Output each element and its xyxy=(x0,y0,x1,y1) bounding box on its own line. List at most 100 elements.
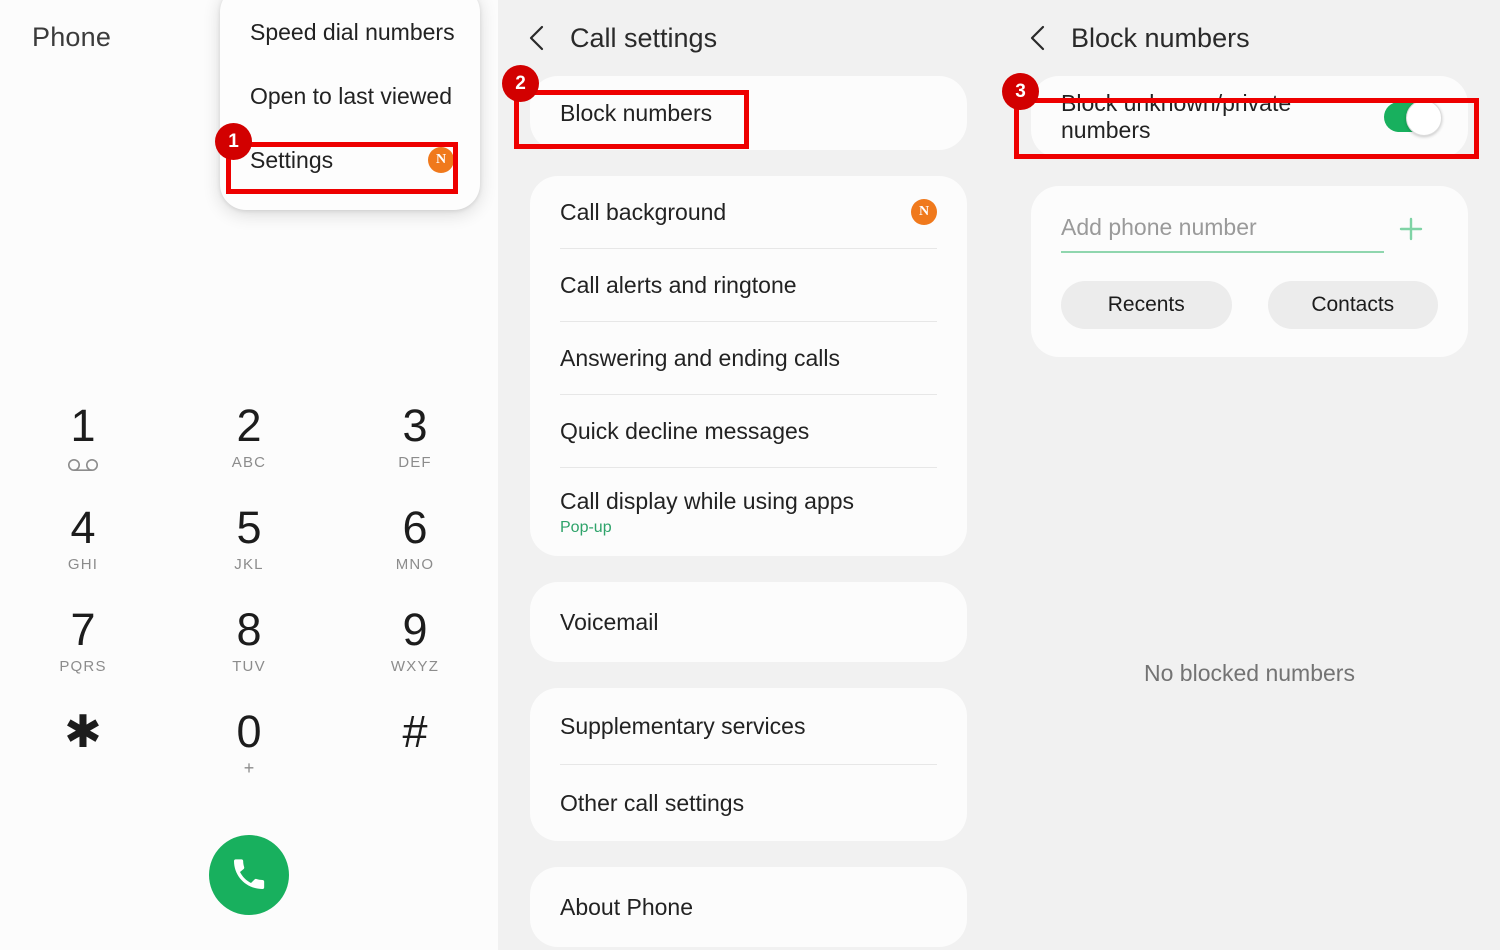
dial-key-2[interactable]: 2 ABC xyxy=(166,400,332,472)
back-chevron-left-icon[interactable] xyxy=(526,23,548,53)
panel-title: Call settings xyxy=(570,22,718,53)
row-text: Quick decline messages xyxy=(560,418,809,445)
back-chevron-left-icon[interactable] xyxy=(1027,23,1049,53)
overflow-menu: Speed dial numbers Open to last viewed S… xyxy=(220,0,480,210)
menu-item-open-to-last-viewed[interactable]: Open to last viewed xyxy=(220,64,480,128)
block-numbers-panel: Block numbers Block unknown/private numb… xyxy=(999,0,1500,950)
add-number-card: Recents Contacts xyxy=(1031,186,1468,357)
phone-handset-icon xyxy=(229,854,269,897)
row-text: Block unknown/private numbers xyxy=(1061,90,1384,144)
block-unknown-toggle[interactable] xyxy=(1384,100,1442,136)
settings-group-5: About Phone xyxy=(530,867,967,947)
setting-row-block-unknown-private-numbers[interactable]: Block unknown/private numbers xyxy=(1031,76,1468,158)
row-label: Block unknown/private numbers xyxy=(1061,90,1292,143)
dial-key-4[interactable]: 4 GHI xyxy=(0,502,166,574)
dial-key-letters: PQRS xyxy=(59,658,107,675)
add-phone-number-input[interactable] xyxy=(1061,208,1384,253)
row-label: Call background xyxy=(560,198,727,225)
settings-group-4: Supplementary services Other call settin… xyxy=(530,688,967,841)
setting-row-call-alerts-and-ringtone[interactable]: Call alerts and ringtone xyxy=(530,249,967,321)
menu-item-label: Open to last viewed xyxy=(250,82,453,109)
empty-state-text: No blocked numbers xyxy=(1144,660,1355,686)
row-trailing xyxy=(1384,100,1442,136)
setting-row-call-display-while-using-apps[interactable]: Call display while using apps Pop-up xyxy=(530,468,967,556)
dial-key-5[interactable]: 5 JKL xyxy=(166,502,332,574)
dial-key-star[interactable]: ✱ xyxy=(0,706,166,778)
row-trailing: N xyxy=(911,199,937,225)
dial-key-1[interactable]: 1 xyxy=(0,400,166,472)
setting-row-block-numbers[interactable]: Block numbers xyxy=(530,76,967,150)
settings-group-1: Block numbers xyxy=(530,76,967,150)
dial-key-hash[interactable]: # xyxy=(332,706,498,778)
menu-item-settings[interactable]: Settings N xyxy=(220,128,480,192)
row-text: Call display while using apps Pop-up xyxy=(560,488,854,537)
dial-key-digit: 0 xyxy=(236,706,262,757)
row-label: Other call settings xyxy=(560,789,745,816)
dial-key-digit: 7 xyxy=(70,604,96,655)
dial-key-letters: ABC xyxy=(231,454,267,471)
block-numbers-header: Block numbers xyxy=(999,0,1500,76)
dial-key-letters: JKL xyxy=(234,556,264,573)
dial-key-9[interactable]: 9 WXYZ xyxy=(332,604,498,676)
dial-key-digit: 1 xyxy=(70,400,96,451)
dial-key-letters: TUV xyxy=(232,658,266,675)
dial-key-digit: 4 xyxy=(70,502,96,553)
settings-group-2: Call background N Call alerts and ringto… xyxy=(530,176,967,556)
toggle-knob xyxy=(1406,100,1442,136)
dial-key-digit: 3 xyxy=(402,400,428,451)
screenshot-root: Phone Speed dial numbers Open to last vi… xyxy=(0,0,1500,950)
menu-item-speed-dial-numbers[interactable]: Speed dial numbers xyxy=(220,0,480,64)
voicemail-icon xyxy=(66,458,100,477)
row-label: Supplementary services xyxy=(560,712,806,739)
dial-key-7[interactable]: 7 PQRS xyxy=(0,604,166,676)
setting-row-supplementary-services[interactable]: Supplementary services xyxy=(530,688,967,764)
add-number-line xyxy=(1061,208,1438,253)
panel-title: Block numbers xyxy=(1071,22,1250,53)
add-number-button[interactable] xyxy=(1384,213,1438,253)
new-badge-icon: N xyxy=(911,199,937,225)
dial-key-8[interactable]: 8 TUV xyxy=(166,604,332,676)
call-button[interactable] xyxy=(209,835,289,915)
row-label: About Phone xyxy=(560,893,694,920)
dial-key-letters: WXYZ xyxy=(390,658,440,675)
setting-row-quick-decline-messages[interactable]: Quick decline messages xyxy=(530,395,967,467)
phone-dialer-panel: Phone Speed dial numbers Open to last vi… xyxy=(0,0,498,950)
row-text: Voicemail xyxy=(560,609,658,636)
dial-key-digit: 6 xyxy=(402,502,428,553)
dial-key-digit: ✱ xyxy=(64,706,102,757)
row-text: Call alerts and ringtone xyxy=(560,272,797,299)
dial-key-digit: 2 xyxy=(236,400,262,451)
row-text: Answering and ending calls xyxy=(560,345,840,372)
dial-key-letters: MNO xyxy=(395,556,435,573)
call-settings-header: Call settings xyxy=(498,0,999,76)
menu-item-label: Settings xyxy=(250,146,334,173)
menu-item-label: Speed dial numbers xyxy=(250,18,455,45)
row-label: Call alerts and ringtone xyxy=(560,271,797,298)
dial-key-3[interactable]: 3 DEF xyxy=(332,400,498,472)
row-label: Quick decline messages xyxy=(560,417,810,444)
row-text: Block numbers xyxy=(560,100,712,127)
row-value: Pop-up xyxy=(560,518,612,536)
setting-row-other-call-settings[interactable]: Other call settings xyxy=(530,765,967,841)
setting-row-voicemail[interactable]: Voicemail xyxy=(530,582,967,662)
dial-key-digit: # xyxy=(402,706,428,757)
row-text: Supplementary services xyxy=(560,713,805,740)
block-unknown-card: Block unknown/private numbers xyxy=(1031,76,1468,158)
call-button-container xyxy=(0,835,498,915)
contacts-chip-button[interactable]: Contacts xyxy=(1267,281,1438,329)
setting-row-about-phone[interactable]: About Phone xyxy=(530,867,967,947)
settings-group-3: Voicemail xyxy=(530,582,967,662)
page-title: Phone xyxy=(32,22,112,52)
source-chip-bar: Recents Contacts xyxy=(1061,281,1438,329)
dial-key-0[interactable]: 0 + xyxy=(166,706,332,778)
setting-row-answering-and-ending-calls[interactable]: Answering and ending calls xyxy=(530,322,967,394)
dial-key-digit: 5 xyxy=(236,502,262,553)
row-label: Answering and ending calls xyxy=(560,344,841,371)
recents-chip-button[interactable]: Recents xyxy=(1061,281,1232,329)
setting-row-call-background[interactable]: Call background N xyxy=(530,176,967,248)
dialpad: 1 2 ABC 3 DEF 4 GHI 5 JKL 6 MNO 7 PQRS 8… xyxy=(0,400,498,778)
new-badge-icon: N xyxy=(428,147,454,173)
row-label: Block numbers xyxy=(560,99,713,126)
dial-key-6[interactable]: 6 MNO xyxy=(332,502,498,574)
dial-key-letters: GHI xyxy=(67,556,99,573)
